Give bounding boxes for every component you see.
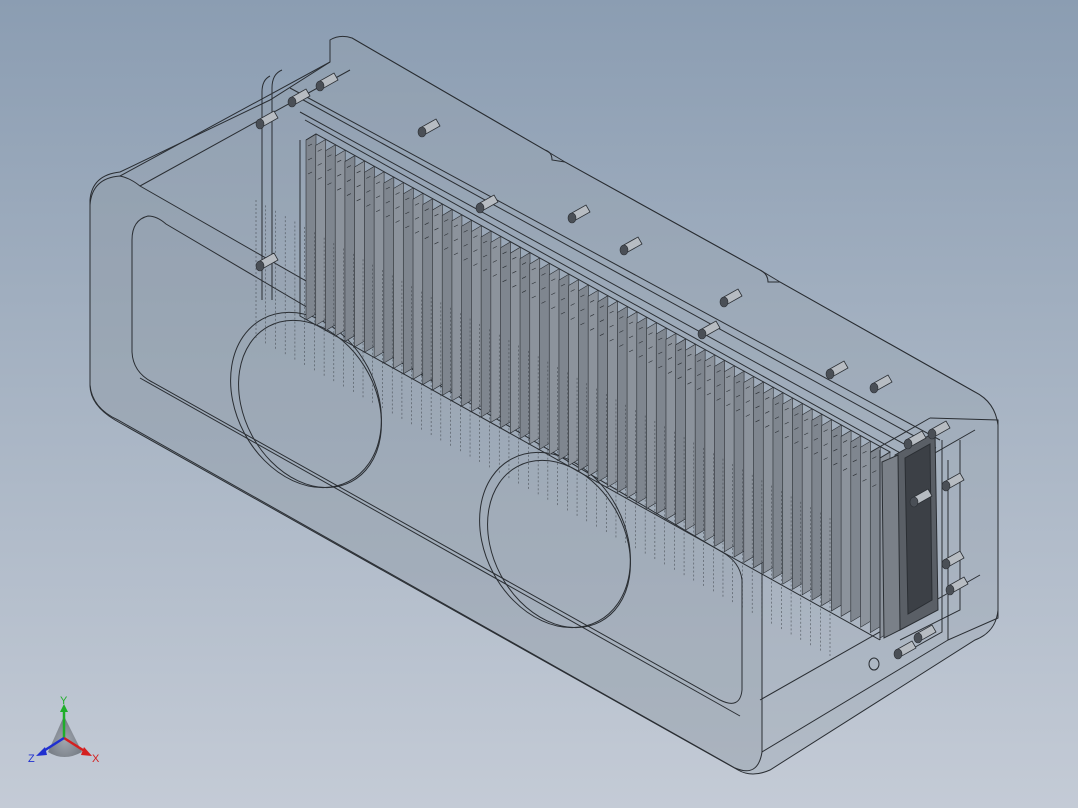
y-axis-label: Y (60, 695, 68, 707)
battery-cell (334, 149, 346, 337)
battery-cell (801, 408, 813, 596)
battery-cell (617, 305, 628, 494)
battery-cell (568, 278, 579, 467)
battery-cell (850, 435, 862, 623)
battery-cell (383, 176, 395, 364)
battery-cell (432, 203, 443, 391)
battery-cell (762, 386, 774, 574)
battery-cell (743, 376, 755, 564)
battery-cell (811, 413, 823, 601)
battery-cell (733, 370, 745, 558)
battery-cell (471, 225, 482, 413)
battery-cell (607, 300, 618, 488)
battery-cell (354, 160, 365, 348)
battery-cell (558, 273, 570, 461)
battery-cell (548, 268, 560, 456)
battery-cell (412, 192, 424, 380)
battery-cell (860, 440, 871, 628)
battery-cell (529, 257, 541, 445)
battery-cell (393, 181, 404, 370)
battery-cell (364, 165, 375, 353)
battery-cell (694, 349, 706, 537)
battery-cell (840, 429, 852, 617)
battery-cell (325, 144, 336, 332)
battery-cell (500, 241, 511, 429)
battery-cell (461, 219, 472, 407)
battery-cell (724, 365, 735, 553)
battery-cell (451, 214, 463, 402)
battery-cell (675, 338, 686, 526)
battery-cell (539, 262, 550, 450)
battery-cell (704, 354, 716, 542)
view-orientation-triad[interactable]: Y X Z (26, 694, 106, 770)
battery-cell (402, 187, 414, 375)
z-axis-arrow-icon (36, 747, 47, 756)
x-axis-label: X (92, 753, 100, 765)
battery-cell (480, 230, 492, 418)
battery-cell (665, 332, 677, 520)
end-plate (881, 431, 939, 639)
battery-cell (315, 138, 327, 326)
battery-cell (831, 424, 842, 612)
battery-cell (597, 295, 609, 483)
battery-cell (636, 316, 648, 504)
battery-cell (305, 133, 317, 321)
battery-cell (646, 322, 657, 510)
graphics-viewport[interactable]: Y X Z (0, 0, 1078, 808)
battery-cell (422, 198, 434, 386)
battery-cell (578, 284, 589, 472)
battery-cell (519, 252, 531, 440)
battery-cell (490, 235, 502, 423)
battery-cell (373, 171, 385, 359)
battery-cell (344, 155, 356, 343)
battery-cell (753, 381, 764, 569)
battery-pack-model[interactable] (0, 0, 1078, 808)
battery-cell (587, 289, 599, 477)
battery-cell (782, 397, 794, 585)
battery-cell (869, 446, 881, 634)
battery-cell (626, 311, 638, 499)
x-axis-arrow-icon (81, 747, 92, 756)
battery-cell (441, 208, 453, 396)
battery-cell (821, 419, 832, 607)
battery-cell (685, 343, 696, 531)
z-axis-label: Z (28, 753, 35, 765)
battery-cell (772, 392, 784, 580)
battery-cell (655, 327, 667, 515)
battery-cell (510, 246, 521, 434)
battery-cell (714, 359, 725, 547)
battery-cell (792, 402, 803, 591)
